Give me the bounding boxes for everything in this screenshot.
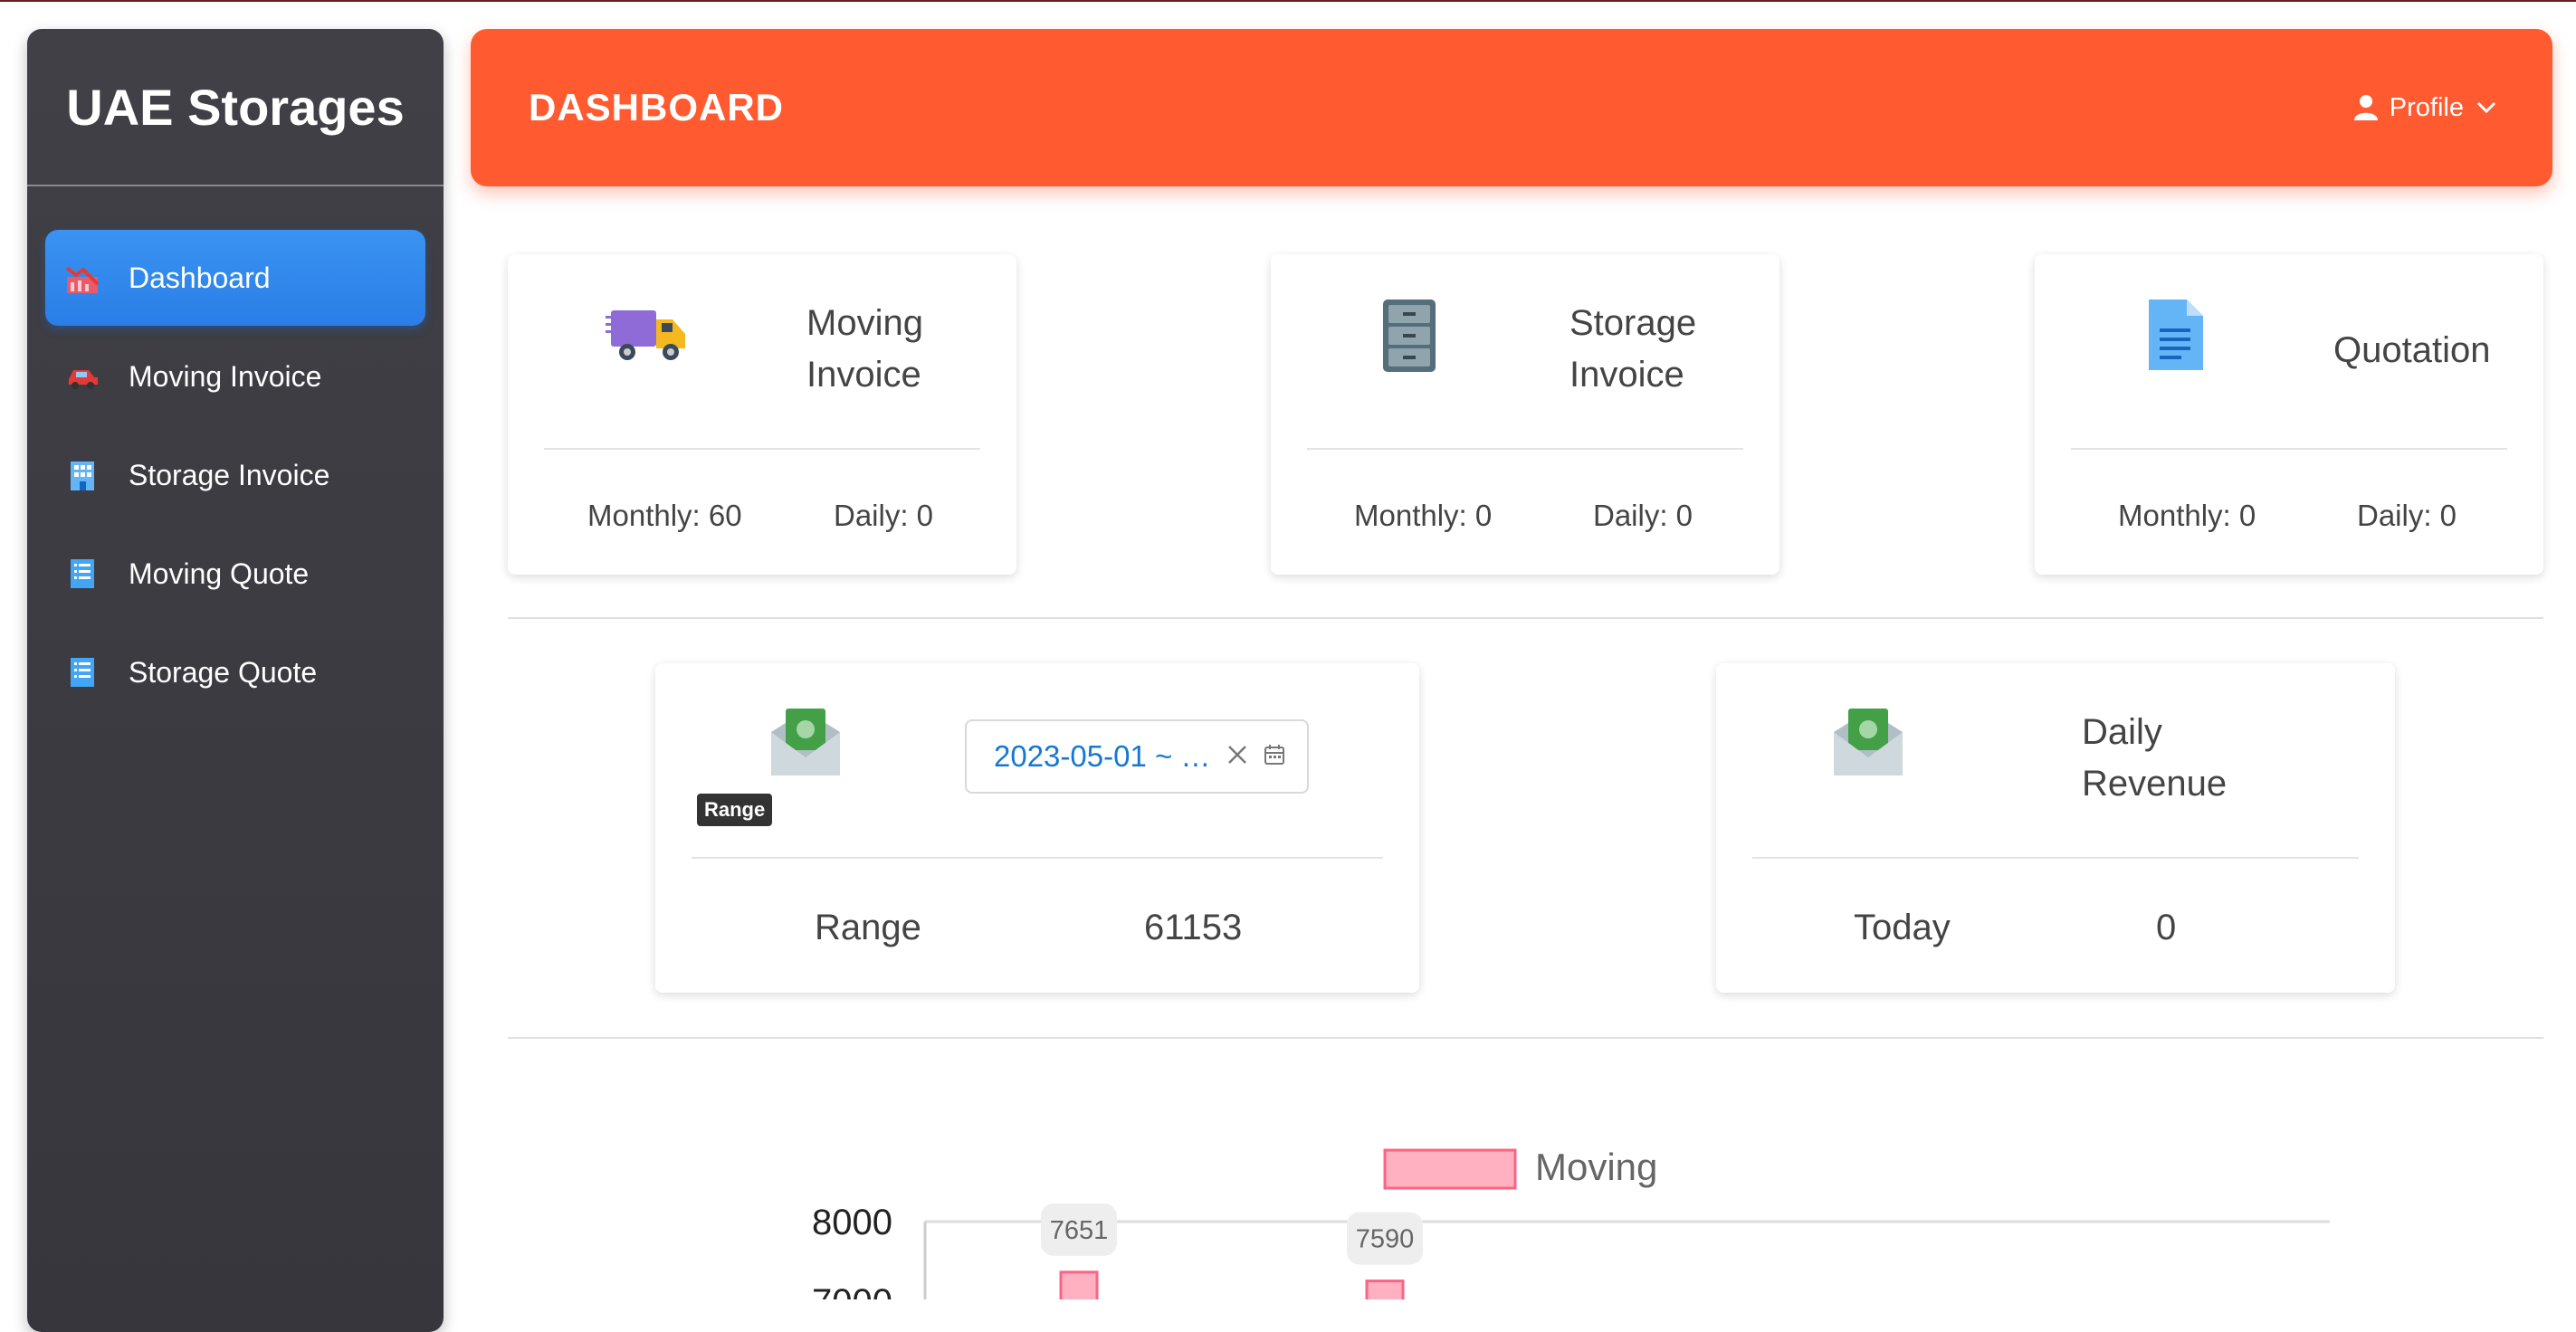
sidebar-item-label: Dashboard [129, 261, 271, 294]
header-bar: DASHBOARD Profile [471, 29, 2552, 186]
file-cabinet-icon [1381, 298, 1437, 378]
bar[interactable] [1059, 1270, 1099, 1299]
document-icon [2147, 298, 2205, 376]
y-tick-label: 7000 [812, 1282, 892, 1299]
profile-menu[interactable]: Profile [2353, 29, 2496, 186]
range-value: 61153 [1144, 908, 1243, 947]
user-icon [2353, 94, 2379, 121]
card-title: Daily Revenue [2082, 707, 2227, 810]
data-label-bg [1041, 1203, 1117, 1256]
card-divider [692, 857, 1383, 859]
card-divider [2071, 448, 2507, 450]
card-divider [544, 448, 980, 450]
card-title-line: Daily [2082, 712, 2162, 752]
data-label: 7651 [1050, 1216, 1109, 1245]
card-divider [1307, 448, 1743, 450]
date-range-value: 2023-05-01 ~ … [994, 739, 1211, 773]
card-title-line: Storage [1569, 303, 1697, 343]
money-envelope-icon [769, 705, 842, 782]
profile-label: Profile [2389, 92, 2464, 122]
today-value: 0 [2156, 908, 2177, 947]
range-revenue-card: Range 2023-05-01 ~ … Range 61153 [655, 663, 1419, 993]
top-border [0, 0, 2576, 2]
daily-count: Daily: 0 [1593, 499, 1693, 532]
sidebar-item-moving-quote[interactable]: Moving Quote [45, 526, 425, 622]
monthly-count: Monthly: 60 [587, 499, 742, 532]
daily-revenue-card: Daily Revenue Today 0 [1716, 663, 2395, 993]
storage-invoice-card[interactable]: Storage Invoice Monthly: 0 Daily: 0 [1271, 254, 1779, 575]
sidebar-item-label: Storage Invoice [129, 458, 330, 491]
sidebar-item-label: Storage Quote [129, 655, 318, 689]
list-document-icon [63, 653, 101, 691]
today-label: Today [1854, 908, 1951, 947]
money-envelope-icon [1832, 705, 1904, 782]
card-title-line: Invoice [806, 355, 921, 395]
chart-decline-icon [63, 259, 101, 297]
sidebar-item-dashboard[interactable]: Dashboard [45, 230, 425, 326]
monthly-count: Monthly: 0 [2118, 499, 2256, 532]
sidebar-nav: Dashboard Moving Invoice Storage Invoice… [27, 186, 444, 720]
range-label: Range [815, 908, 921, 947]
sidebar: UAE Storages Dashboard Moving Invoice St… [27, 29, 444, 1332]
card-title: Moving Invoice [806, 298, 923, 401]
daily-count: Daily: 0 [2357, 499, 2457, 532]
legend-label: Moving [1535, 1146, 1657, 1188]
card-title-line: Revenue [2082, 764, 2228, 804]
card-divider [1752, 857, 2359, 859]
chevron-down-icon [2476, 101, 2496, 114]
data-label: 7590 [1356, 1225, 1415, 1254]
page-title: DASHBOARD [529, 86, 784, 128]
data-label-bg [1347, 1212, 1423, 1265]
card-title: Quotation [2333, 330, 2491, 370]
quotation-card[interactable]: Quotation Monthly: 0 Daily: 0 [2035, 254, 2543, 575]
office-building-icon [63, 456, 101, 494]
sidebar-item-moving-invoice[interactable]: Moving Invoice [45, 328, 425, 424]
car-icon [63, 357, 101, 395]
calendar-icon[interactable] [1264, 744, 1285, 770]
section-divider [508, 1037, 2543, 1039]
daily-count: Daily: 0 [834, 499, 934, 532]
legend-swatch [1383, 1148, 1517, 1190]
monthly-count: Monthly: 0 [1354, 499, 1493, 532]
delivery-truck-icon [606, 305, 689, 371]
bar[interactable] [1365, 1280, 1405, 1299]
moving-invoice-card[interactable]: Moving Invoice Monthly: 60 Daily: 0 [508, 254, 1016, 575]
section-divider [508, 617, 2543, 619]
card-title-line: Moving [806, 303, 923, 343]
list-document-icon [63, 555, 101, 593]
app-title: UAE Storages [27, 29, 444, 186]
date-range-picker[interactable]: 2023-05-01 ~ … [965, 719, 1309, 794]
sidebar-item-label: Moving Invoice [129, 359, 322, 393]
card-title-line: Invoice [1569, 355, 1684, 395]
sidebar-item-storage-quote[interactable]: Storage Quote [45, 624, 425, 720]
sidebar-item-label: Moving Quote [129, 557, 310, 590]
card-title: Storage Invoice [1569, 298, 1696, 401]
sidebar-item-storage-invoice[interactable]: Storage Invoice [45, 427, 425, 523]
range-tooltip: Range [697, 794, 773, 826]
clear-icon[interactable] [1227, 745, 1247, 769]
y-tick-label: 8000 [812, 1203, 892, 1242]
